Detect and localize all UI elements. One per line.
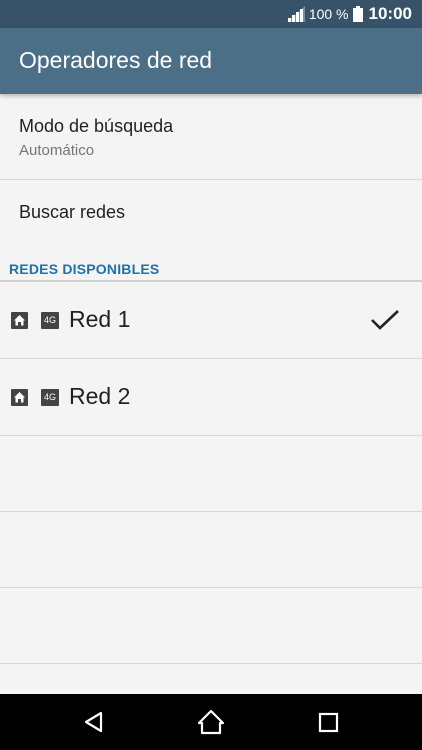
empty-list-row — [0, 588, 422, 664]
battery-percentage: 100 % — [308, 6, 349, 22]
navigation-bar — [0, 694, 422, 750]
recents-icon[interactable] — [312, 706, 344, 738]
home-icon[interactable] — [195, 706, 227, 738]
status-clock: 10:00 — [368, 4, 412, 23]
search-networks-title: Buscar redes — [19, 202, 126, 222]
status-icons: 100 % 10:00 — [286, 0, 412, 28]
empty-list-row — [0, 436, 422, 512]
search-mode-title: Modo de búsqueda — [19, 116, 174, 136]
empty-list-row — [0, 512, 422, 588]
battery-icon — [352, 6, 363, 22]
network-item-red-2[interactable]: 4G Red 2 — [0, 359, 422, 436]
signal-icon — [286, 6, 305, 22]
page-title: Operadores de red — [19, 47, 213, 73]
network-name: Red 1 — [69, 306, 131, 332]
network-4g-badge: 4G — [41, 312, 59, 329]
checkmark-icon — [371, 310, 399, 330]
search-networks-setting[interactable]: Buscar redes — [0, 180, 422, 248]
network-4g-badge: 4G — [41, 389, 59, 406]
network-name: Red 2 — [69, 383, 131, 409]
back-icon[interactable] — [78, 706, 110, 738]
app-bar: Operadores de red — [0, 28, 422, 94]
home-network-icon — [11, 389, 28, 406]
home-network-icon — [11, 312, 28, 329]
network-item-red-1[interactable]: 4G Red 1 — [0, 282, 422, 359]
search-mode-value: Automático — [19, 142, 95, 159]
status-bar: 100 % 10:00 — [0, 0, 422, 28]
available-networks-header: REDES DISPONIBLES — [9, 261, 160, 277]
search-mode-setting[interactable]: Modo de búsqueda Automático — [0, 94, 422, 180]
